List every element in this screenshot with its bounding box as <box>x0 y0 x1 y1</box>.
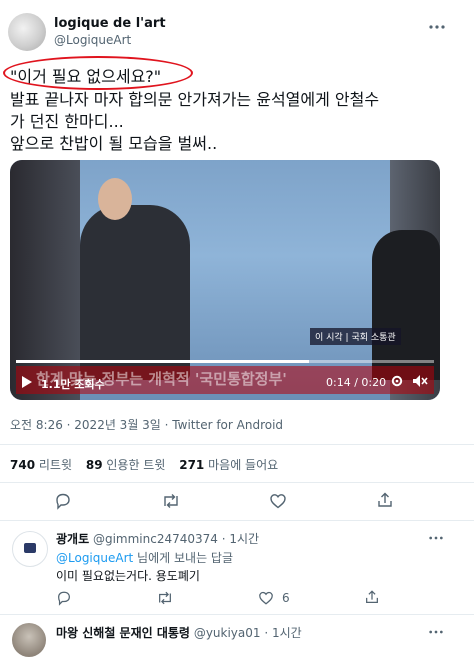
red-annotation-ellipse <box>3 56 193 90</box>
settings-gear-icon[interactable] <box>390 374 404 388</box>
volume-muted-icon[interactable] <box>412 374 428 388</box>
more-options-icon[interactable] <box>428 624 444 640</box>
reply1-name[interactable]: 광개토 <box>56 532 89 546</box>
reply1-handle[interactable]: @gimminc24740374 <box>93 532 218 546</box>
retweet-icon[interactable] <box>161 492 181 510</box>
likes-stat[interactable]: 271 마음에 들어요 <box>179 458 278 472</box>
video-progress-fill <box>16 360 309 363</box>
author-name[interactable]: logique de l'art <box>54 16 166 31</box>
like-heart-icon[interactable] <box>258 590 274 606</box>
more-options-icon[interactable] <box>428 530 444 546</box>
reply1-replying-to: @LogiqueArt 님에게 보내는 답글 <box>56 549 233 566</box>
tweet-text-line1: 발표 끝나자 마자 합의문 안가져가는 윤석열에게 안철수 <box>10 90 380 109</box>
author-avatar[interactable] <box>8 13 46 51</box>
reply-icon[interactable] <box>54 492 72 510</box>
divider <box>0 482 474 483</box>
reply1-text: 이미 필요없는거다. 용도폐기 <box>56 569 200 583</box>
divider <box>0 444 474 445</box>
video-person-left-head <box>98 178 132 220</box>
video-live-badge: 이 시각 | 국회 소통관 <box>310 328 401 345</box>
retweets-stat[interactable]: 740 리트윗 <box>10 458 72 472</box>
like-heart-icon[interactable] <box>269 492 287 510</box>
reply2-header: 마왕 신해철 문재인 대통령 @yukiya01 · 1시간 <box>56 624 302 641</box>
play-icon[interactable] <box>21 375 33 389</box>
author-handle[interactable]: @LogiqueArt <box>54 33 131 47</box>
quotes-stat[interactable]: 89 인용한 트윗 <box>86 458 166 472</box>
quotes-count: 89 <box>85 458 103 472</box>
tweet-text-line2: 가 던진 한마디... <box>10 112 124 131</box>
reply2-handle[interactable]: @yukiya01 <box>194 626 261 640</box>
divider <box>0 520 474 521</box>
divider <box>0 614 474 615</box>
reply-icon[interactable] <box>56 590 72 606</box>
video-progress-track[interactable] <box>16 360 434 363</box>
video-player[interactable]: 이 시각 | 국회 소통관 한계 맞는 정부는 개혁적 '국민통합정부' 1.1… <box>10 160 440 400</box>
likes-label: 마음에 들어요 <box>208 458 279 472</box>
likes-count: 271 <box>179 458 205 472</box>
reply1-avatar-mark <box>24 543 36 553</box>
quotes-label: 인용한 트윗 <box>106 458 166 472</box>
video-views: 1.1만 조회수 <box>41 378 105 391</box>
reply2-time[interactable]: · 1시간 <box>264 626 301 640</box>
video-time: 0:14 / 0:20 <box>326 376 387 389</box>
video-left-wall <box>10 160 80 400</box>
share-icon[interactable] <box>364 589 380 605</box>
share-icon[interactable] <box>376 491 394 509</box>
tweet-timestamp[interactable]: 오전 8:26 · 2022년 3월 3일 · Twitter for Andr… <box>10 416 283 433</box>
retweets-count: 740 <box>10 458 36 472</box>
retweets-label: 리트윗 <box>38 458 73 472</box>
tweet-text-line3: 앞으로 찬밥이 될 모습을 벌써.. <box>10 134 218 153</box>
reply1-mention[interactable]: @LogiqueArt <box>56 551 133 565</box>
reply2-name[interactable]: 마왕 신해철 문재인 대통령 <box>56 626 190 640</box>
retweet-icon[interactable] <box>156 590 174 606</box>
reply1-time[interactable]: · 1시간 <box>222 532 259 546</box>
reply1-header: 광개토 @gimminc24740374 · 1시간 <box>56 530 259 547</box>
reply1-like-count: 6 <box>282 591 290 605</box>
tweet-stats: 740 리트윗 89 인용한 트윗 271 마음에 들어요 <box>10 456 278 473</box>
reply2-avatar[interactable] <box>12 623 46 657</box>
video-person-right <box>372 230 440 380</box>
reply1-replying-suffix: 님에게 보내는 답글 <box>133 551 233 565</box>
more-options-icon[interactable] <box>428 18 446 36</box>
video-person-left <box>80 205 190 380</box>
